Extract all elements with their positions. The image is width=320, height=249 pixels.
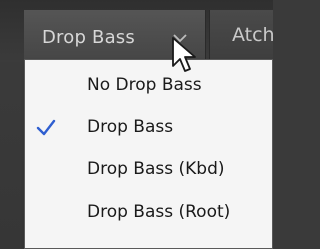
menu-item-no-drop-bass[interactable]: No Drop Bass <box>25 66 272 106</box>
checkmark-icon <box>36 119 56 136</box>
menu-item-drop-bass-kbd[interactable]: Drop Bass (Kbd) <box>25 150 272 190</box>
dropdown-menu: No Drop Bass Drop Bass Drop Bass (Kbd) D… <box>24 59 273 249</box>
menu-item-label: Drop Bass (Root) <box>87 202 231 222</box>
next-tab-label: Atch <box>232 24 273 46</box>
menu-item-label: Drop Bass <box>87 117 174 137</box>
menu-item-label: No Drop Bass <box>87 75 202 95</box>
menu-item-drop-bass[interactable]: Drop Bass <box>25 108 272 148</box>
menu-item-label: Drop Bass (Kbd) <box>87 159 225 179</box>
app-stage: Drop Bass Atch No Drop Bass Drop Bass Dr… <box>0 0 273 249</box>
mouse-pointer-icon <box>172 37 196 72</box>
next-tab[interactable]: Atch <box>209 10 273 60</box>
dropdown-selected-label: Drop Bass <box>42 27 135 48</box>
menu-item-drop-bass-root[interactable]: Drop Bass (Root) <box>25 193 272 233</box>
